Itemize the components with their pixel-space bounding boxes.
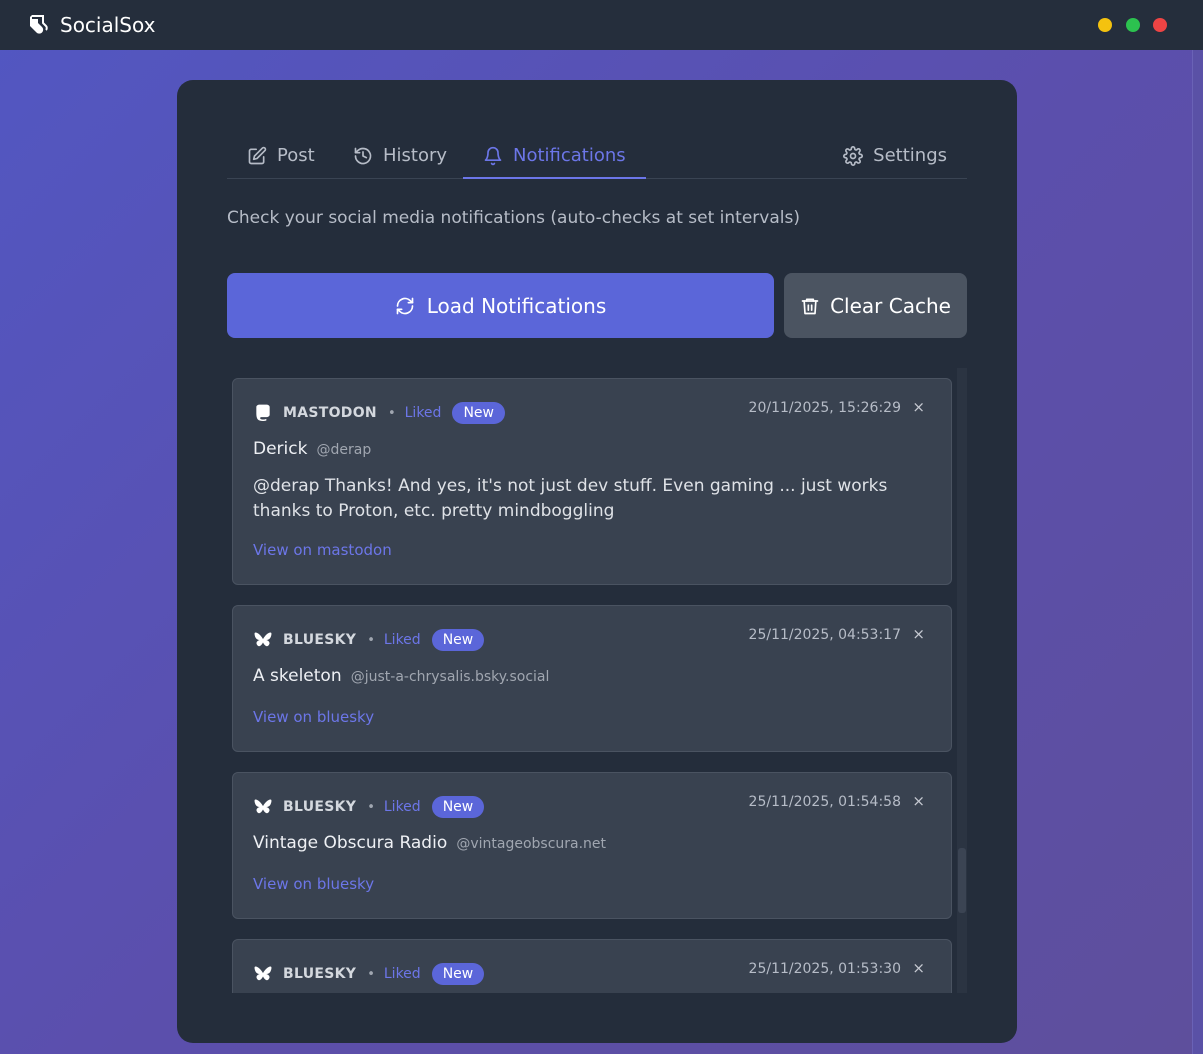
notification-timestamp: 25/11/2025, 01:53:30 [748, 961, 901, 977]
author-name: Vintage Obscura Radio [253, 833, 448, 853]
notification-header: BLUESKY • Liked New [253, 795, 485, 819]
notification-header: MASTODON • Liked New [253, 401, 505, 425]
dismiss-notification-button[interactable]: × [912, 959, 925, 977]
platform-name: MASTODON [283, 405, 377, 421]
notification-timestamp: 20/11/2025, 15:26:29 [748, 400, 901, 416]
clear-cache-label: Clear Cache [830, 293, 951, 318]
tab-history-label: History [383, 145, 448, 166]
notification-timestamp: 25/11/2025, 01:54:58 [748, 794, 901, 810]
tab-history[interactable]: History [353, 134, 447, 177]
scrollbar-thumb[interactable] [958, 848, 966, 913]
main-card: Post History Notifications Settings Chec… [177, 80, 1017, 1043]
notification-item: BLUESKY • Liked New 25/11/2025, 01:54:58… [232, 772, 952, 919]
notification-item: BLUESKY • Liked New 25/11/2025, 04:53:17… [232, 605, 952, 752]
tab-post-label: Post [277, 145, 315, 166]
notification-list[interactable]: MASTODON • Liked New 20/11/2025, 15:26:2… [227, 368, 967, 993]
new-badge: New [452, 402, 505, 424]
view-on-platform-link[interactable]: View on bluesky [253, 875, 374, 893]
mastodon-icon [256, 404, 270, 422]
platform-name: BLUESKY [283, 632, 357, 648]
author-handle: @just-a-chrysalis.bsky.social [350, 669, 550, 685]
author-name: Derick [253, 439, 308, 459]
tab-post[interactable]: Post [247, 134, 315, 177]
view-on-platform-link[interactable]: View on bluesky [253, 708, 374, 726]
load-notifications-button[interactable]: Load Notifications [227, 273, 774, 338]
separator-dot: • [367, 799, 375, 815]
separator-dot: • [367, 632, 375, 648]
view-on-platform-link[interactable]: View on mastodon [253, 541, 392, 559]
author-handle: @vintageobscura.net [456, 836, 607, 852]
notification-action: Liked [383, 799, 421, 815]
notification-item: BLUESKY • Liked New 25/11/2025, 01:53:30… [232, 939, 952, 993]
dismiss-notification-button[interactable]: × [912, 792, 925, 810]
bell-icon [484, 146, 502, 165]
new-badge: New [431, 629, 485, 651]
author-line: A skeleton @just-a-chrysalis.bsky.social [253, 666, 549, 686]
author-name: A skeleton [253, 666, 342, 686]
platform-name: BLUESKY [283, 799, 357, 815]
author-line: Derick @derap [253, 439, 371, 459]
tab-bar: Post History Notifications Settings [227, 134, 967, 179]
history-icon [354, 147, 372, 164]
trash-icon [801, 298, 819, 314]
dismiss-notification-button[interactable]: × [912, 625, 925, 643]
author-line: Vintage Obscura Radio @vintageobscura.ne… [253, 833, 606, 853]
separator-dot: • [387, 405, 396, 421]
tab-settings[interactable]: Settings [843, 134, 947, 177]
window-edge [1192, 50, 1203, 1054]
tab-notifications-label: Notifications [513, 145, 626, 166]
notification-header: BLUESKY • Liked New [253, 628, 485, 652]
notification-action: Liked [383, 966, 421, 982]
app-title: SocialSox [60, 13, 156, 37]
dismiss-notification-button[interactable]: × [912, 398, 925, 416]
notification-text: @derap Thanks! And yes, it's not just de… [253, 476, 888, 521]
notification-action: Liked [383, 632, 421, 648]
separator-dot: • [367, 966, 375, 982]
close-window-button[interactable] [1153, 18, 1167, 32]
bluesky-butterfly-icon [254, 966, 272, 981]
minimize-button[interactable] [1098, 18, 1112, 32]
notification-timestamp: 25/11/2025, 04:53:17 [748, 627, 901, 643]
title-bar: SocialSox [0, 0, 1203, 50]
bluesky-butterfly-icon [254, 799, 272, 814]
edit-icon [248, 146, 267, 164]
tab-settings-label: Settings [873, 145, 947, 166]
author-handle: @derap [316, 442, 372, 458]
load-notifications-label: Load Notifications [426, 293, 607, 318]
platform-name: BLUESKY [283, 966, 357, 982]
maximize-button[interactable] [1126, 18, 1140, 32]
new-badge: New [431, 796, 485, 818]
notification-header: BLUESKY • Liked New [253, 962, 485, 986]
notification-action: Liked [404, 405, 442, 421]
clear-cache-button[interactable]: Clear Cache [784, 273, 967, 338]
page-description: Check your social media notifications (a… [227, 208, 800, 228]
bluesky-butterfly-icon [254, 632, 272, 647]
notification-item: MASTODON • Liked New 20/11/2025, 15:26:2… [232, 378, 952, 585]
gear-icon [843, 145, 864, 166]
tab-notifications[interactable]: Notifications [463, 134, 646, 179]
refresh-icon [396, 297, 414, 314]
socks-logo-icon [30, 15, 48, 34]
new-badge: New [431, 963, 485, 985]
